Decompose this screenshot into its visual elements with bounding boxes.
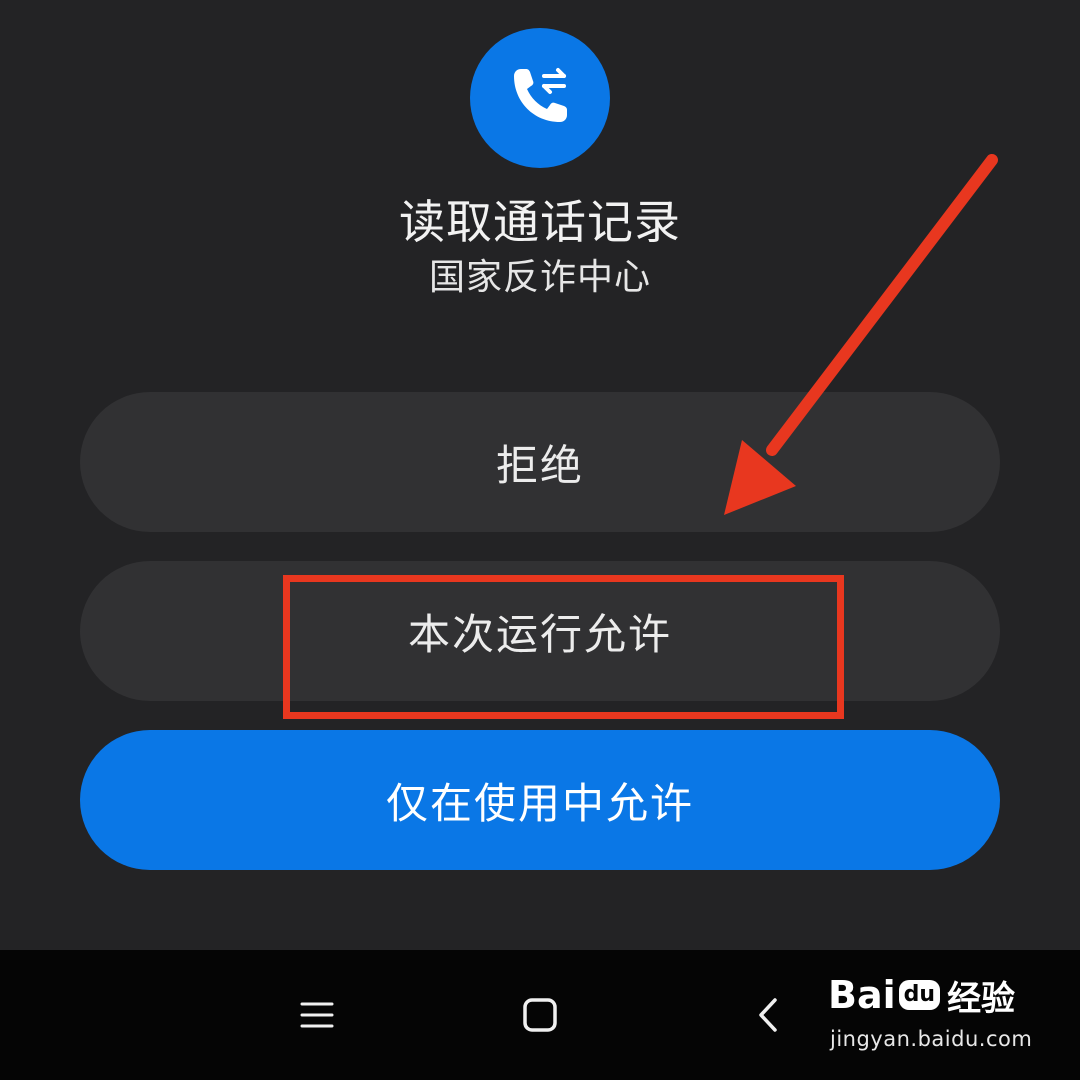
watermark-url: jingyan.baidu.com — [830, 1027, 1033, 1051]
baidu-jingyan-watermark: Bai du 经验 jingyan.baidu.com — [828, 965, 1048, 1065]
baidu-logo: Bai du 经验 — [828, 973, 1016, 1019]
deny-button-label: 拒绝 — [495, 440, 584, 490]
allow-once-button-label: 本次运行允许 — [407, 609, 672, 659]
allow-while-using-button-label: 仅在使用中允许 — [385, 778, 694, 828]
phone-call-log-icon — [470, 28, 610, 168]
allow-while-using-button[interactable]: 仅在使用中允许 — [80, 730, 1000, 870]
permission-dialog: 读取通话记录 国家反诈中心 拒绝 本次运行允许 仅在使用中允许 — [0, 0, 1080, 950]
menu-icon[interactable] — [287, 985, 347, 1045]
app-name: 国家反诈中心 — [428, 257, 651, 298]
permission-screen: 读取通话记录 国家反诈中心 拒绝 本次运行允许 仅在使用中允许 Bai du 经… — [0, 0, 1080, 1080]
allow-once-button[interactable]: 本次运行允许 — [80, 561, 1000, 701]
back-icon[interactable] — [738, 985, 798, 1045]
permission-title: 读取通话记录 — [399, 195, 681, 249]
home-icon[interactable] — [510, 985, 570, 1045]
deny-button[interactable]: 拒绝 — [80, 392, 1000, 532]
